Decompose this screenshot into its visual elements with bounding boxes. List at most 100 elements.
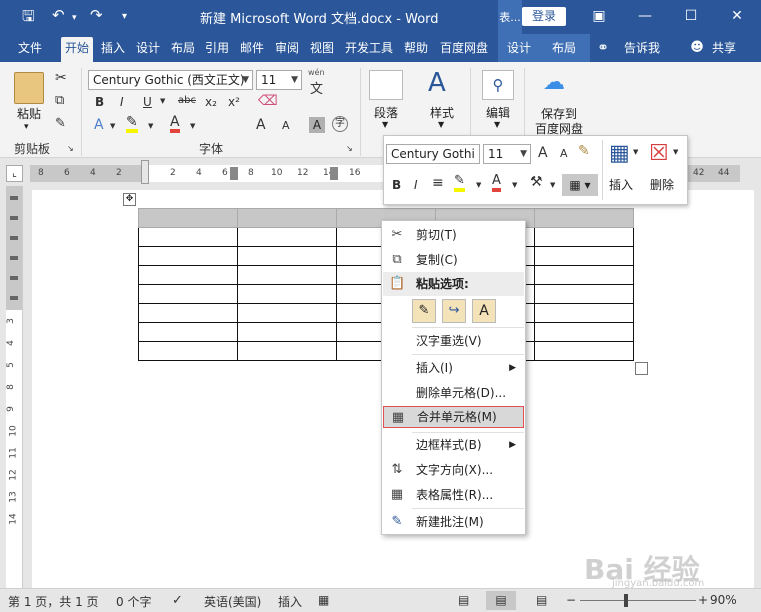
tab-selector-icon[interactable]: ⌞: [6, 165, 23, 182]
styles-button[interactable]: 样式: [424, 104, 460, 121]
mini-center-align-icon[interactable]: ≡: [432, 175, 444, 191]
paste-text-only-icon[interactable]: A: [472, 299, 496, 323]
table-cell[interactable]: [138, 265, 238, 285]
clear-formatting-icon[interactable]: ⌫: [258, 93, 278, 109]
grow-font-button[interactable]: A: [256, 117, 266, 133]
table-cell[interactable]: [534, 265, 634, 285]
print-layout-icon[interactable]: ▤: [486, 591, 516, 610]
paste-keep-formatting-icon[interactable]: ✎: [412, 299, 436, 323]
close-icon[interactable]: ✕: [720, 4, 754, 28]
tab-help[interactable]: 帮助: [401, 34, 431, 62]
chevron-down-icon[interactable]: ▼: [550, 181, 555, 189]
superscript-button[interactable]: x²: [228, 95, 240, 109]
mini-bold-button[interactable]: B: [392, 178, 401, 192]
ribbon-display-options-icon[interactable]: ▣: [582, 4, 616, 28]
copy-icon[interactable]: ⧉: [55, 93, 64, 108]
customize-quick-access-icon[interactable]: ▾: [122, 11, 127, 22]
mini-shading-bucket-icon[interactable]: ⚒: [530, 174, 543, 190]
paragraph-icon[interactable]: [369, 70, 403, 100]
zoom-in-icon[interactable]: +: [698, 593, 708, 607]
shrink-font-button[interactable]: A: [282, 119, 290, 132]
language-indicator[interactable]: 英语(美国): [204, 593, 261, 610]
mini-delete-button[interactable]: 删除: [647, 176, 677, 193]
strikethrough-button[interactable]: abc: [178, 95, 196, 106]
paragraph-button[interactable]: 段落: [368, 104, 404, 121]
mini-format-painter-icon[interactable]: ✎: [578, 143, 590, 159]
row-marker[interactable]: [10, 256, 18, 260]
menu-item-reconvert[interactable]: 汉字重选(V): [383, 329, 524, 353]
mini-insert-button[interactable]: 插入: [606, 176, 636, 193]
read-mode-icon[interactable]: ▤: [458, 593, 469, 607]
login-button[interactable]: 登录: [522, 7, 566, 26]
bold-button[interactable]: B: [95, 95, 104, 109]
chevron-down-icon[interactable]: ▼: [382, 120, 388, 129]
chevron-down-icon[interactable]: ▼: [673, 148, 678, 156]
word-count[interactable]: 0 个字: [116, 593, 151, 610]
chevron-down-icon[interactable]: ▼: [148, 122, 153, 130]
mini-borders-button[interactable]: ▦ ▾: [562, 174, 598, 196]
table-cell[interactable]: [237, 284, 337, 304]
table-cell[interactable]: [534, 246, 634, 266]
chevron-down-icon[interactable]: ▼: [160, 97, 165, 105]
paste-icon[interactable]: [14, 72, 44, 104]
mini-font-name-combo[interactable]: Century Gothi: [386, 144, 480, 164]
zoom-slider[interactable]: [580, 600, 696, 601]
tab-baidu-netdisk[interactable]: 百度网盘: [436, 34, 492, 62]
menu-item-insert[interactable]: 插入(I) ▶: [383, 356, 524, 380]
chevron-down-icon[interactable]: ▼: [110, 122, 115, 130]
underline-button[interactable]: U: [143, 95, 152, 109]
mini-insert-table-icon[interactable]: ▦: [609, 141, 630, 166]
clipboard-launcher-icon[interactable]: ↘: [67, 144, 74, 153]
table-cell[interactable]: [138, 284, 238, 304]
row-marker[interactable]: [10, 276, 18, 280]
tab-view[interactable]: 视图: [307, 34, 337, 62]
tab-developer[interactable]: 开发工具: [342, 34, 396, 62]
row-marker[interactable]: [10, 296, 18, 300]
chevron-down-icon[interactable]: ▼: [438, 120, 444, 129]
minimize-icon[interactable]: —: [628, 4, 662, 28]
font-name-combo[interactable]: Century Gothic (西文正文) ▼: [88, 70, 253, 90]
menu-item-table-properties[interactable]: ▦ 表格属性(R)...: [383, 483, 524, 507]
undo-dropdown-icon[interactable]: ▾: [72, 13, 77, 23]
table-cell[interactable]: [534, 284, 634, 304]
font-launcher-icon[interactable]: ↘: [346, 144, 353, 153]
table-cell[interactable]: [237, 341, 337, 361]
tab-table-design[interactable]: 设计: [503, 34, 535, 62]
font-size-combo[interactable]: 11 ▼: [256, 70, 302, 90]
tab-design[interactable]: 设计: [133, 34, 163, 62]
table-cell[interactable]: [534, 208, 634, 228]
styles-icon[interactable]: A: [428, 68, 446, 98]
row-marker[interactable]: [10, 216, 18, 220]
chevron-down-icon[interactable]: ▼: [476, 181, 481, 189]
table-cell[interactable]: [237, 265, 337, 285]
tab-mailings[interactable]: 邮件: [237, 34, 267, 62]
chevron-down-icon[interactable]: ▼: [512, 181, 517, 189]
proofing-icon[interactable]: ✓: [172, 593, 183, 608]
highlight-pen-icon[interactable]: ✎: [126, 115, 138, 133]
mini-shrink-font-button[interactable]: A: [560, 147, 568, 160]
tab-references[interactable]: 引用: [202, 34, 232, 62]
save-icon[interactable]: 🖫: [22, 6, 35, 31]
mini-grow-font-button[interactable]: A: [538, 145, 548, 161]
menu-item-text-direction[interactable]: ⇅ 文字方向(X)...: [383, 458, 524, 482]
tab-home[interactable]: 开始: [61, 37, 93, 62]
menu-item-copy[interactable]: ⧉ 复制(C): [383, 248, 524, 272]
tab-table-layout[interactable]: 布局: [548, 34, 580, 62]
web-layout-icon[interactable]: ▤: [536, 593, 547, 607]
table-cell[interactable]: [237, 227, 337, 247]
insert-mode[interactable]: 插入: [278, 593, 302, 610]
mini-delete-table-icon[interactable]: ☒: [649, 141, 669, 166]
page-count[interactable]: 第 1 页，共 1 页: [8, 593, 99, 610]
table-resize-handle-icon[interactable]: [635, 362, 648, 375]
redo-icon[interactable]: ↷: [90, 6, 103, 24]
maximize-icon[interactable]: ☐: [674, 4, 708, 28]
table-cell[interactable]: [138, 208, 238, 228]
menu-item-cut[interactable]: ✂ 剪切(T): [383, 223, 524, 247]
vertical-ruler[interactable]: 3 4 5 8 9 10 11 12 13 14: [6, 186, 23, 588]
row-marker[interactable]: [10, 236, 18, 240]
paste-button[interactable]: 粘贴: [14, 105, 44, 122]
format-painter-icon[interactable]: ✎: [55, 116, 66, 131]
table-cell[interactable]: [237, 303, 337, 323]
table-cell[interactable]: [237, 322, 337, 342]
font-color-button[interactable]: A: [170, 115, 180, 133]
